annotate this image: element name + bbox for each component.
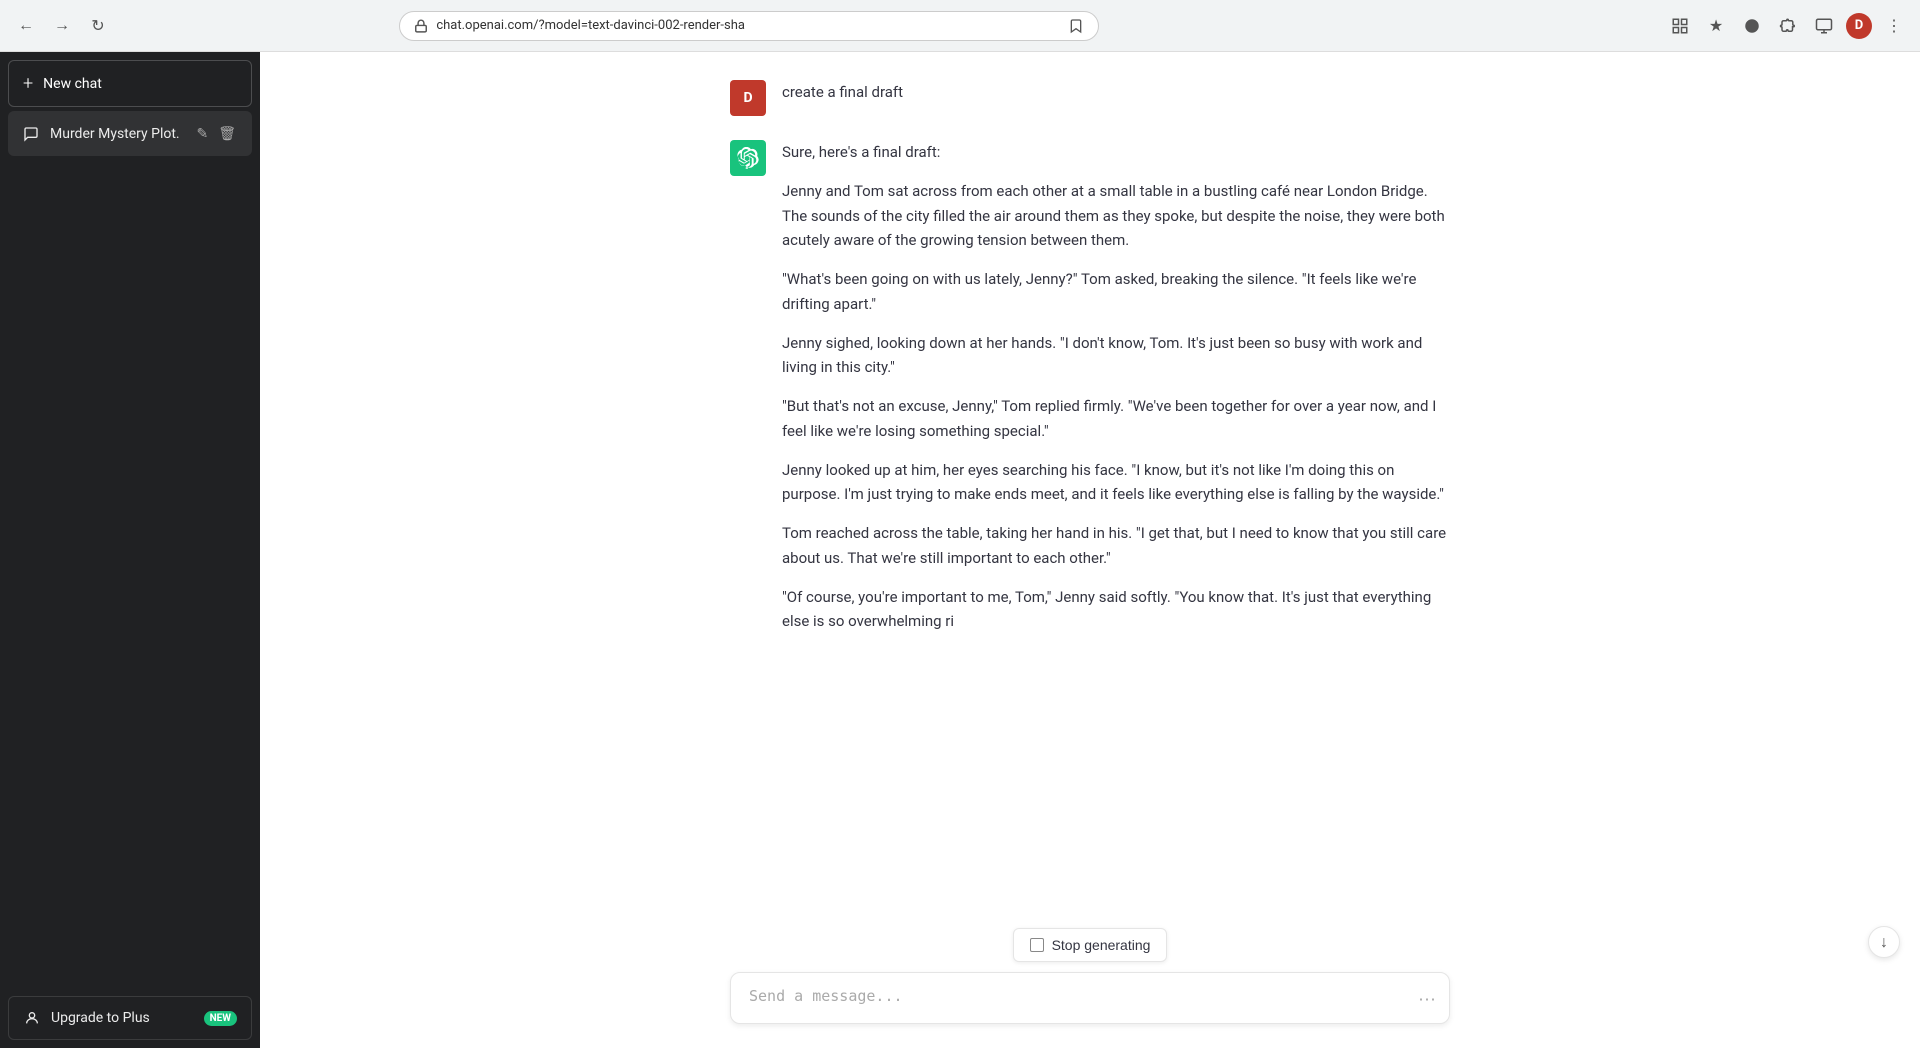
star-icon[interactable]: ★ xyxy=(1702,12,1730,40)
ai-paragraph-4: Jenny looked up at him, her eyes searchi… xyxy=(782,458,1450,508)
new-chat-label: New chat xyxy=(43,76,102,92)
scroll-down-icon: ↓ xyxy=(1880,932,1888,952)
upgrade-label: Upgrade to Plus xyxy=(51,1010,150,1026)
chat-item-actions: ✎ 🗑 xyxy=(194,123,238,144)
url-text: chat.openai.com/?model=text-davinci-002-… xyxy=(436,18,1060,33)
user-message-text: create a final draft xyxy=(782,80,1450,105)
browser-user-avatar[interactable]: D xyxy=(1846,13,1872,39)
ai-paragraph-6: "Of course, you're important to me, Tom,… xyxy=(782,585,1450,635)
delete-chat-button[interactable]: 🗑 xyxy=(216,123,238,144)
send-icon: ⋯ xyxy=(1418,990,1436,1011)
ai-paragraph-1: "What's been going on with us lately, Je… xyxy=(782,267,1450,317)
stop-generating-button[interactable]: Stop generating xyxy=(1013,928,1168,962)
openai-icon xyxy=(737,147,759,169)
chat-item-label: Murder Mystery Plot. xyxy=(50,126,194,142)
wolf-icon[interactable] xyxy=(1738,12,1766,40)
ai-paragraph-3: "But that's not an excuse, Jenny," Tom r… xyxy=(782,394,1450,444)
input-area: Stop generating ⋯ xyxy=(260,916,1920,1048)
user-icon xyxy=(23,1009,41,1027)
plus-icon: + xyxy=(23,73,33,94)
ai-message-row: Sure, here's a final draft: Jenny and To… xyxy=(730,124,1450,650)
menu-icon[interactable]: ⋮ xyxy=(1880,12,1908,40)
ai-message-content: Sure, here's a final draft: Jenny and To… xyxy=(782,140,1450,634)
chat-item-left: Murder Mystery Plot. xyxy=(22,125,194,143)
ai-intro: Sure, here's a final draft: xyxy=(782,140,1450,165)
user-message-row: D create a final draft xyxy=(730,72,1450,124)
edit-chat-button[interactable]: ✎ xyxy=(194,123,210,144)
chat-bubble-icon xyxy=(22,125,40,143)
input-box-wrapper: ⋯ xyxy=(730,972,1450,1028)
profile-icon[interactable] xyxy=(1810,12,1838,40)
upgrade-button[interactable]: Upgrade to Plus NEW xyxy=(8,996,252,1040)
stop-generating-label: Stop generating xyxy=(1052,937,1151,953)
ai-paragraph-0: Jenny and Tom sat across from each other… xyxy=(782,179,1450,253)
secure-icon xyxy=(414,19,428,33)
back-button[interactable]: ← xyxy=(12,12,40,40)
chat-messages: D create a final draft Sure, here's a fi… xyxy=(260,52,1920,916)
new-chat-button[interactable]: + New chat xyxy=(8,60,252,107)
reload-button[interactable]: ↻ xyxy=(84,12,112,40)
send-button[interactable]: ⋯ xyxy=(1418,990,1436,1011)
user-message-content: create a final draft xyxy=(782,80,1450,105)
stop-generating-wrapper: Stop generating xyxy=(730,928,1450,962)
new-badge: NEW xyxy=(204,1011,237,1026)
user-avatar: D xyxy=(730,80,766,116)
extensions-icon[interactable] xyxy=(1666,12,1694,40)
sidebar-spacer xyxy=(8,158,252,988)
browser-actions: ★ D ⋮ xyxy=(1666,12,1908,40)
bookmark-icon[interactable] xyxy=(1068,18,1084,34)
browser-chrome: ← → ↻ chat.openai.com/?model=text-davinc… xyxy=(0,0,1920,52)
ai-avatar xyxy=(730,140,766,176)
scroll-to-bottom-button[interactable]: ↓ xyxy=(1868,926,1900,958)
stop-checkbox-icon xyxy=(1030,938,1044,952)
ai-paragraph-2: Jenny sighed, looking down at her hands.… xyxy=(782,331,1450,381)
sidebar: + New chat Murder Mystery Plot. ✎ 🗑 Upgr… xyxy=(0,52,260,1048)
puzzle-icon[interactable] xyxy=(1774,12,1802,40)
message-input[interactable] xyxy=(730,972,1450,1024)
chat-area: D create a final draft Sure, here's a fi… xyxy=(260,52,1920,1048)
app-wrapper: + New chat Murder Mystery Plot. ✎ 🗑 Upgr… xyxy=(0,52,1920,1048)
address-bar[interactable]: chat.openai.com/?model=text-davinci-002-… xyxy=(399,11,1099,41)
forward-button[interactable]: → xyxy=(48,12,76,40)
sidebar-item-murder-mystery[interactable]: Murder Mystery Plot. ✎ 🗑 xyxy=(8,111,252,156)
ai-paragraph-5: Tom reached across the table, taking her… xyxy=(782,521,1450,571)
